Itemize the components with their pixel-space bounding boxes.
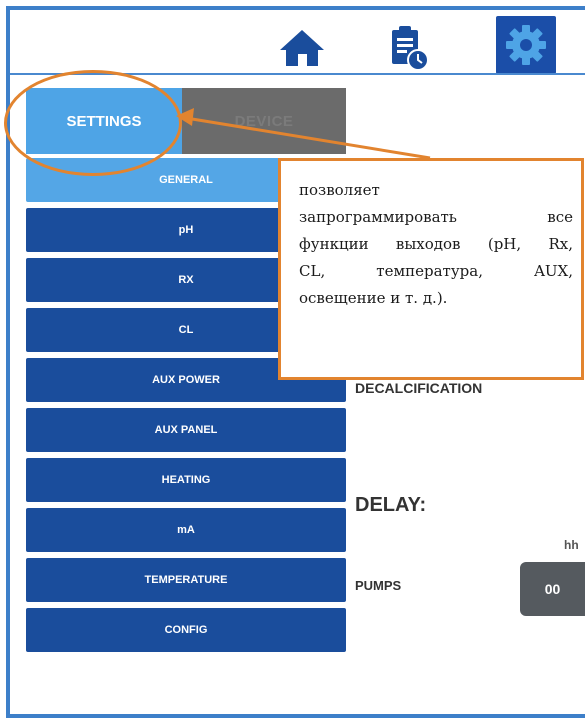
- callout-line-5: освещение и т. д.).: [299, 289, 448, 307]
- callout-line-1: позволяет: [299, 181, 380, 199]
- hours-label: hh: [564, 538, 579, 552]
- callout-line-3: функции выходов (pH, Rx,: [299, 235, 573, 253]
- callout-line-2: запрограммировать все: [299, 208, 573, 226]
- delay-label: DELAY:: [355, 494, 427, 516]
- annotation-callout: позволяет запрограммировать все функции …: [278, 158, 584, 380]
- decalcification-label: DECALCIFICATION: [355, 380, 483, 396]
- pumps-hours-input[interactable]: 00: [520, 562, 585, 616]
- pumps-label: PUMPS: [355, 578, 402, 593]
- callout-line-4: CL, температура, AUX,: [299, 262, 573, 280]
